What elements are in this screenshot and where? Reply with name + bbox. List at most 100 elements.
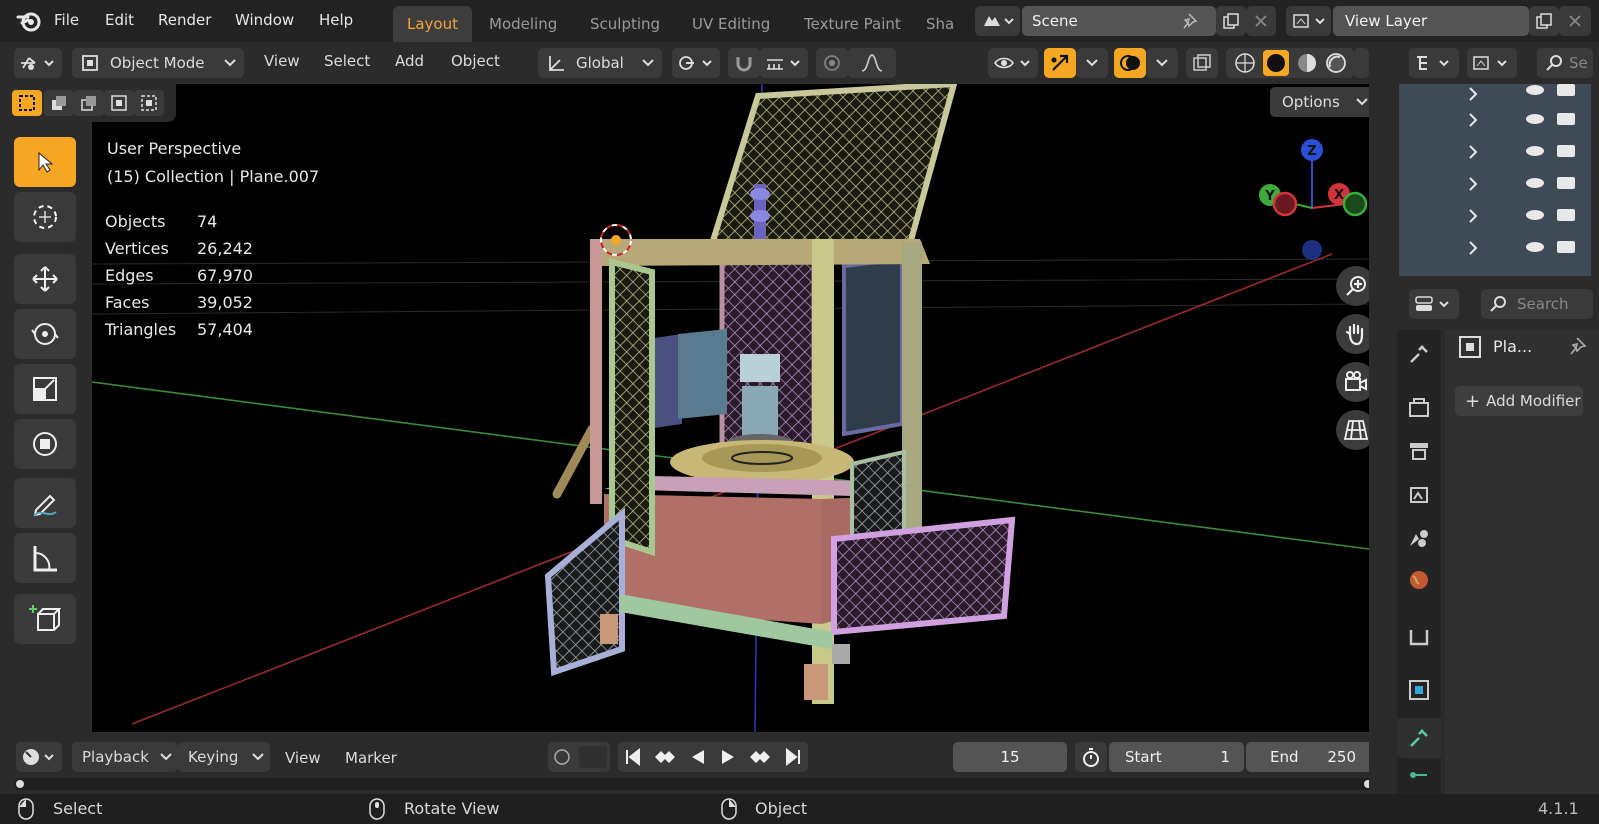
stat-edges-value: 67,970 [197,266,253,285]
tab-modeling[interactable]: Modeling [475,6,571,42]
transform-orientation-select[interactable]: Global [538,48,662,78]
menu-edit[interactable]: Edit [105,11,134,29]
timeline-scrollbar[interactable] [14,778,1374,790]
jump-end-icon[interactable] [783,747,803,767]
tab-shading[interactable]: Sha [918,6,962,42]
pivot-point-button[interactable] [672,48,720,78]
end-frame-field[interactable]: End 250 [1246,742,1376,772]
keying-set-toggle[interactable] [578,746,607,768]
menu-window[interactable]: Window [235,11,294,29]
gizmo-toggle[interactable] [1044,48,1076,78]
preview-range-toggle[interactable] [1075,742,1107,772]
options-label: Options [1282,93,1340,111]
hand-icon [1345,323,1364,346]
modifiers-tab-icon[interactable] [1397,718,1441,758]
add-modifier-button[interactable]: + Add Modifier [1455,386,1583,416]
timeline-editor-type-button[interactable] [16,742,62,772]
output-tab-icon[interactable] [1407,438,1431,462]
tab-texture-paint[interactable]: Texture Paint [790,6,915,42]
start-frame-field[interactable]: Start 1 [1109,742,1244,772]
add-cube-tool-button[interactable] [14,594,76,644]
navigation-gizmo[interactable]: Z Y X [1256,138,1368,266]
select-invert-icon[interactable] [104,90,134,116]
gizmo-y-label: Y [1264,189,1275,204]
tab-uv-editing[interactable]: UV Editing [678,6,784,42]
snap-target-button[interactable] [760,48,808,78]
tool-tab-icon[interactable] [1407,342,1431,366]
select-new-icon[interactable] [12,90,42,116]
timeline-menu-view[interactable]: View [285,749,321,767]
select-extend-icon[interactable] [44,90,74,116]
measure-tool-button[interactable] [14,533,76,583]
solid-shading-icon[interactable] [1262,50,1289,76]
overlays-dropdown[interactable] [1146,48,1178,78]
scale-tool-button[interactable] [14,364,76,414]
viewport-menu-add[interactable]: Add [395,52,424,70]
new-view-layer-button[interactable] [1529,6,1559,36]
playback-menu[interactable]: Playback [72,742,178,772]
blender-logo-icon[interactable] [16,9,42,33]
shading-dropdown[interactable] [1354,48,1369,78]
view-layer-tab-icon[interactable] [1407,482,1431,506]
move-tool-button[interactable] [14,254,76,304]
select-tool-button[interactable] [14,137,76,187]
scene-browse-button[interactable] [975,6,1020,36]
snap-toggle[interactable] [728,48,760,78]
tab-layout[interactable]: Layout [393,6,472,42]
options-dropdown[interactable]: Options [1270,87,1376,117]
select-intersect-icon[interactable] [134,90,164,116]
viewport-menu-select[interactable]: Select [324,52,370,70]
current-frame-field[interactable]: 15 [953,742,1067,772]
jump-start-icon[interactable] [623,747,643,767]
menu-file[interactable]: File [54,11,79,29]
annotate-tool-button[interactable] [14,478,76,528]
proportional-edit-toggle[interactable] [816,48,848,78]
object-tab-icon[interactable] [1407,678,1431,702]
rendered-shading-icon[interactable] [1325,52,1347,74]
stat-vertices-value: 26,242 [197,239,253,258]
scene-tab-icon[interactable] [1407,526,1431,550]
world-tab-icon[interactable] [1407,568,1431,592]
select-subtract-icon[interactable] [74,90,104,116]
view-layer-browse-button[interactable] [1286,6,1331,36]
viewport-menu-object[interactable]: Object [451,52,500,70]
collection-tab-icon[interactable] [1407,624,1431,648]
mode-select[interactable]: Object Mode [72,48,244,78]
material-shading-icon[interactable] [1296,52,1318,74]
wireframe-shading-icon[interactable] [1234,52,1256,74]
menu-render[interactable]: Render [158,11,211,29]
proportional-falloff-button[interactable] [848,48,896,78]
object-visibility-button[interactable] [988,48,1038,78]
view-layer-name-field[interactable]: View Layer [1333,6,1529,36]
record-icon[interactable] [552,747,572,767]
keying-menu[interactable]: Keying [178,742,270,772]
pin-icon[interactable] [1569,336,1589,356]
outliner-search-field[interactable]: Se [1537,48,1593,78]
delete-scene-button[interactable] [1246,6,1276,36]
pin-icon[interactable] [1182,12,1200,30]
render-tab-icon[interactable] [1407,396,1431,420]
xray-toggle[interactable] [1186,48,1218,78]
play-icon[interactable] [718,747,738,767]
menu-help[interactable]: Help [319,11,353,29]
tab-sculpting[interactable]: Sculpting [576,6,674,42]
new-scene-button[interactable] [1216,6,1246,36]
outliner-editor-type-button[interactable] [1409,48,1459,78]
play-reverse-icon[interactable] [688,747,708,767]
delete-view-layer-button[interactable] [1559,6,1591,36]
overlays-toggle[interactable] [1114,48,1146,78]
viewport-menu-view[interactable]: View [264,52,300,70]
gizmo-dropdown[interactable] [1076,48,1108,78]
editor-type-button[interactable] [14,48,62,78]
properties-editor-type-button[interactable] [1409,289,1459,319]
next-keyframe-icon[interactable] [748,747,772,767]
prev-keyframe-icon[interactable] [653,747,677,767]
particles-tab-icon[interactable] [1407,768,1431,782]
transform-tool-button[interactable] [14,419,76,469]
rotate-tool-button[interactable] [14,309,76,359]
cursor-tool-button[interactable] [14,192,76,242]
view-layer-mode-icon [1473,56,1507,70]
timeline-menu-marker[interactable]: Marker [345,749,397,767]
display-mode-button[interactable] [1467,48,1517,78]
properties-search-field[interactable]: Search [1481,289,1593,319]
